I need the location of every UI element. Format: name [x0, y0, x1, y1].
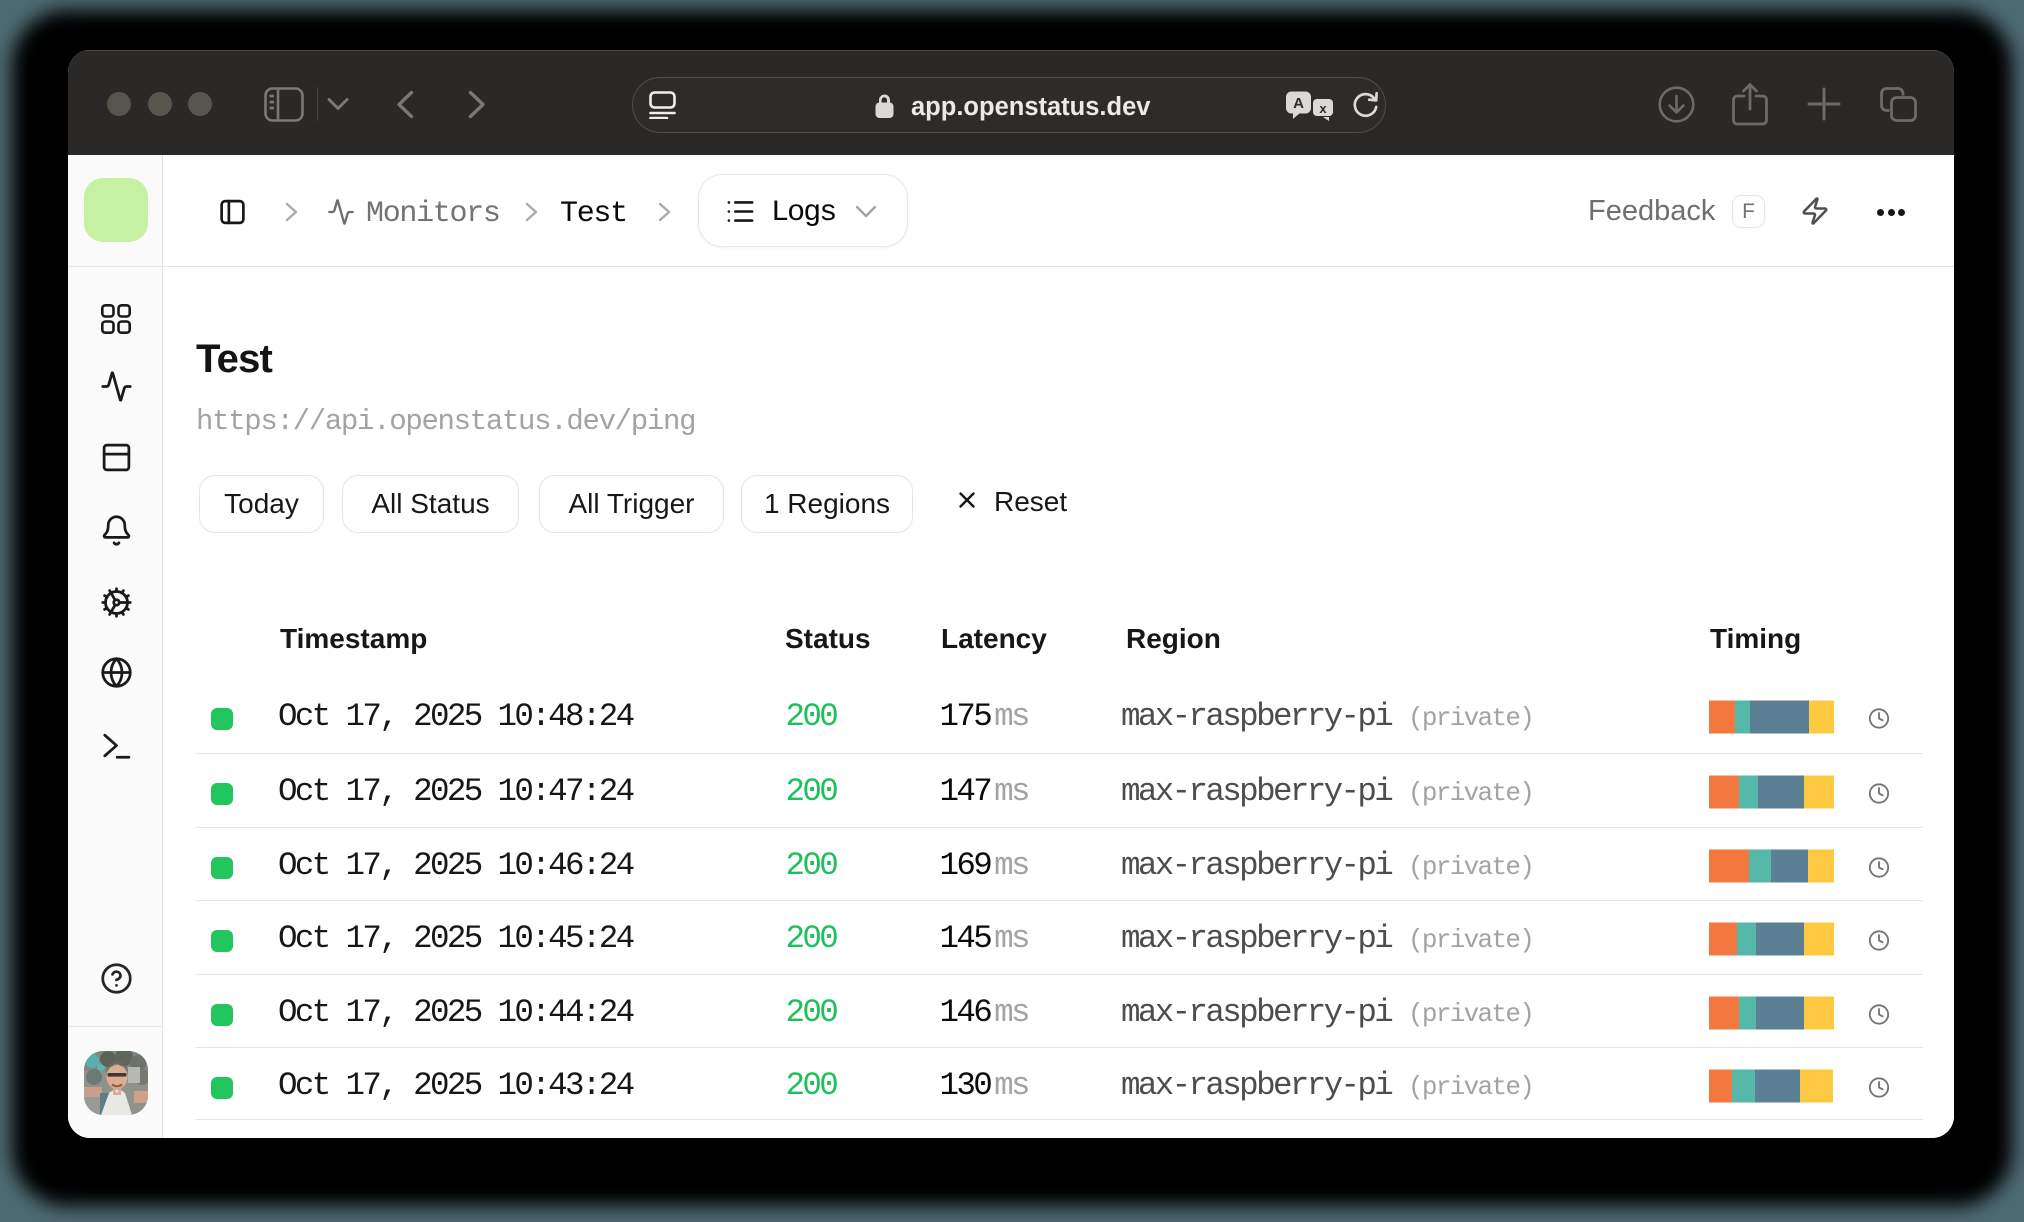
svg-text:A: A	[1293, 95, 1304, 112]
svg-text:x: x	[1319, 101, 1327, 116]
